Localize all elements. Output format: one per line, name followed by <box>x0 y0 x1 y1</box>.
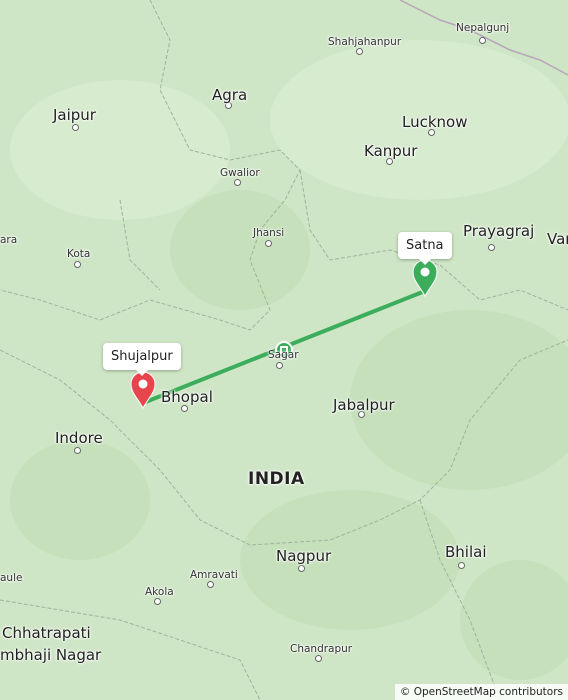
city-dot <box>234 179 241 186</box>
city-label-ara: ara <box>0 234 18 246</box>
country-label: INDIA <box>248 469 305 489</box>
city-dot <box>356 48 363 55</box>
city-dot <box>265 240 272 247</box>
city-dot <box>207 581 214 588</box>
city-label-bhopal: Bhopal <box>161 388 213 406</box>
city-label-gwalior: Gwalior <box>220 167 260 179</box>
city-dot <box>74 447 81 454</box>
city-label-agra: Agra <box>212 86 248 104</box>
city-label-nagpur: Nagpur <box>276 547 332 565</box>
city-dot <box>488 244 495 251</box>
city-label-chhatrapati: Chhatrapati <box>2 624 91 642</box>
city-label-prayagraj: Prayagraj <box>463 222 535 240</box>
city-dot <box>479 37 486 44</box>
city-dot <box>181 405 188 412</box>
city-label-kanpur: Kanpur <box>364 142 418 160</box>
city-dot <box>72 124 79 131</box>
map-canvas[interactable]: Jaipur Agra Lucknow Kanpur Prayagraj Var… <box>0 0 568 700</box>
city-label-akola: Akola <box>145 586 174 598</box>
city-label-jaipur: Jaipur <box>53 106 96 124</box>
city-label-jhansi: Jhansi <box>253 227 285 239</box>
city-dot <box>276 362 283 369</box>
city-label-aule: aule <box>0 572 23 584</box>
city-dot <box>458 562 465 569</box>
city-label-nepalgunj: Nepalgunj <box>456 22 510 34</box>
city-label-lucknow: Lucknow <box>402 113 468 131</box>
city-dot <box>298 565 305 572</box>
origin-pin-icon[interactable] <box>412 259 438 297</box>
destination-pin-icon[interactable] <box>130 371 156 409</box>
city-dot <box>74 261 81 268</box>
city-label-var: Var <box>547 230 568 248</box>
city-label-indore: Indore <box>55 429 103 447</box>
city-dot <box>154 598 161 605</box>
city-label-amravati: Amravati <box>190 569 238 581</box>
origin-callout[interactable]: Satna <box>398 232 452 265</box>
city-label-kota: Kota <box>67 248 91 260</box>
city-label-sagar: Sagar <box>268 349 299 361</box>
city-label-bhilai: Bhilai <box>445 543 487 561</box>
city-label-jabalpur: Jabalpur <box>333 396 395 414</box>
city-dot <box>315 655 322 662</box>
map-attribution[interactable]: © OpenStreetMap contributors <box>394 684 568 700</box>
city-label-shahjahanpur: Shahjahanpur <box>328 36 402 48</box>
destination-callout[interactable]: Shujalpur <box>103 343 181 376</box>
city-label-sambhaji-nagar: mbhaji Nagar <box>0 646 102 664</box>
city-label-chandrapur: Chandrapur <box>290 643 353 655</box>
